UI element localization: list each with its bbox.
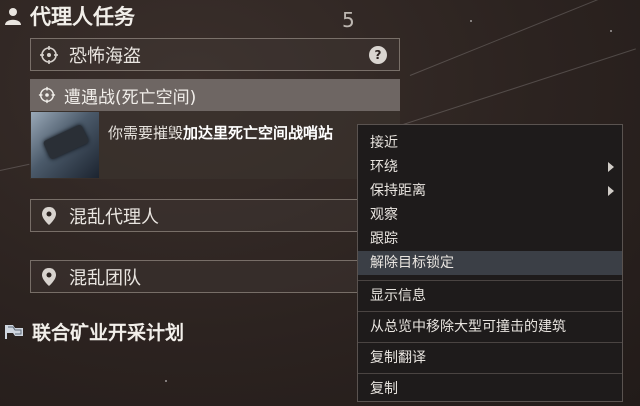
background-star [610, 30, 612, 32]
mission-item-label: 混乱代理人 [69, 206, 159, 228]
mission-item-encounter[interactable]: 遭遇战(死亡空间) [30, 79, 400, 111]
map-pin-icon [42, 267, 56, 286]
mission-item-label: 混乱团队 [69, 267, 141, 289]
menu-item-label: 显示信息 [370, 288, 426, 304]
menu-item-observe[interactable]: 观察 [358, 203, 622, 227]
joint-mining-title: 联合矿业开采计划 [32, 321, 185, 344]
menu-separator [358, 342, 622, 343]
menu-item-label: 环绕 [370, 159, 398, 175]
menu-item-keep-distance[interactable]: 保持距离 [358, 179, 622, 203]
background-streak [409, 0, 624, 76]
person-icon [5, 8, 21, 25]
menu-item-label: 保持距离 [370, 183, 426, 199]
mission-item-label: 遭遇战(死亡空间) [64, 87, 197, 108]
background-star [470, 20, 472, 22]
menu-item-orbit[interactable]: 环绕 [358, 155, 622, 179]
menu-separator [358, 311, 622, 312]
objective-prefix: 你需要摧毁 [108, 124, 184, 142]
menu-item-label: 观察 [370, 207, 398, 223]
menu-item-label: 跟踪 [370, 231, 398, 247]
menu-item-label: 解除目标锁定 [370, 255, 454, 271]
menu-item-show-info[interactable]: 显示信息 [358, 284, 622, 308]
joint-mining-header[interactable]: 联合矿业开采计划 [4, 316, 184, 346]
mission-item-chaos-agent[interactable]: 混乱代理人 [30, 199, 400, 232]
context-menu: 接近 环绕 保持距离 观察 跟踪 解除目标锁定 显示信息 从总览中移除大型可撞击… [357, 124, 623, 402]
mission-item-terror-pirates[interactable]: 恐怖海盗 ? [30, 38, 400, 71]
menu-item-remove-from-overview[interactable]: 从总览中移除大型可撞击的建筑 [358, 315, 622, 339]
crosshair-icon [40, 45, 58, 64]
chevron-right-icon [608, 186, 614, 196]
menu-separator [358, 280, 622, 281]
mission-item-label: 恐怖海盗 [69, 45, 141, 67]
background-streak [0, 163, 30, 171]
menu-item-copy[interactable]: 复制 [358, 377, 622, 401]
objective-target[interactable]: 加达里死亡空间战哨站 [183, 124, 333, 142]
background-star [165, 380, 167, 382]
menu-item-unlock-target[interactable]: 解除目标锁定 [358, 251, 622, 275]
menu-item-label: 从总览中移除大型可撞击的建筑 [370, 319, 566, 335]
agent-missions-title: 代理人任务 [30, 5, 135, 29]
help-badge[interactable]: ? [369, 46, 387, 64]
agent-missions-header[interactable]: 代理人任务 [4, 0, 135, 32]
chevron-right-icon [608, 162, 614, 172]
structure-thumbnail[interactable] [31, 112, 99, 178]
menu-item-label: 复制 [370, 381, 398, 397]
menu-separator [358, 373, 622, 374]
menu-item-copy-translation[interactable]: 复制翻译 [358, 346, 622, 370]
mission-step-number: 5 [342, 8, 355, 32]
crosshair-icon [38, 86, 56, 104]
menu-item-approach[interactable]: 接近 [358, 131, 622, 155]
map-pin-icon [42, 206, 56, 225]
menu-item-label: 接近 [370, 135, 398, 151]
objective-text: 你需要摧毁加达里死亡空间战哨站 [108, 121, 398, 146]
menu-item-track[interactable]: 跟踪 [358, 227, 622, 251]
flag-icon [5, 325, 23, 339]
menu-item-label: 复制翻译 [370, 350, 426, 366]
mission-item-chaos-team[interactable]: 混乱团队 [30, 260, 400, 293]
structure-image [42, 124, 90, 160]
mission-objective: 你需要摧毁加达里死亡空间战哨站 [30, 111, 400, 179]
